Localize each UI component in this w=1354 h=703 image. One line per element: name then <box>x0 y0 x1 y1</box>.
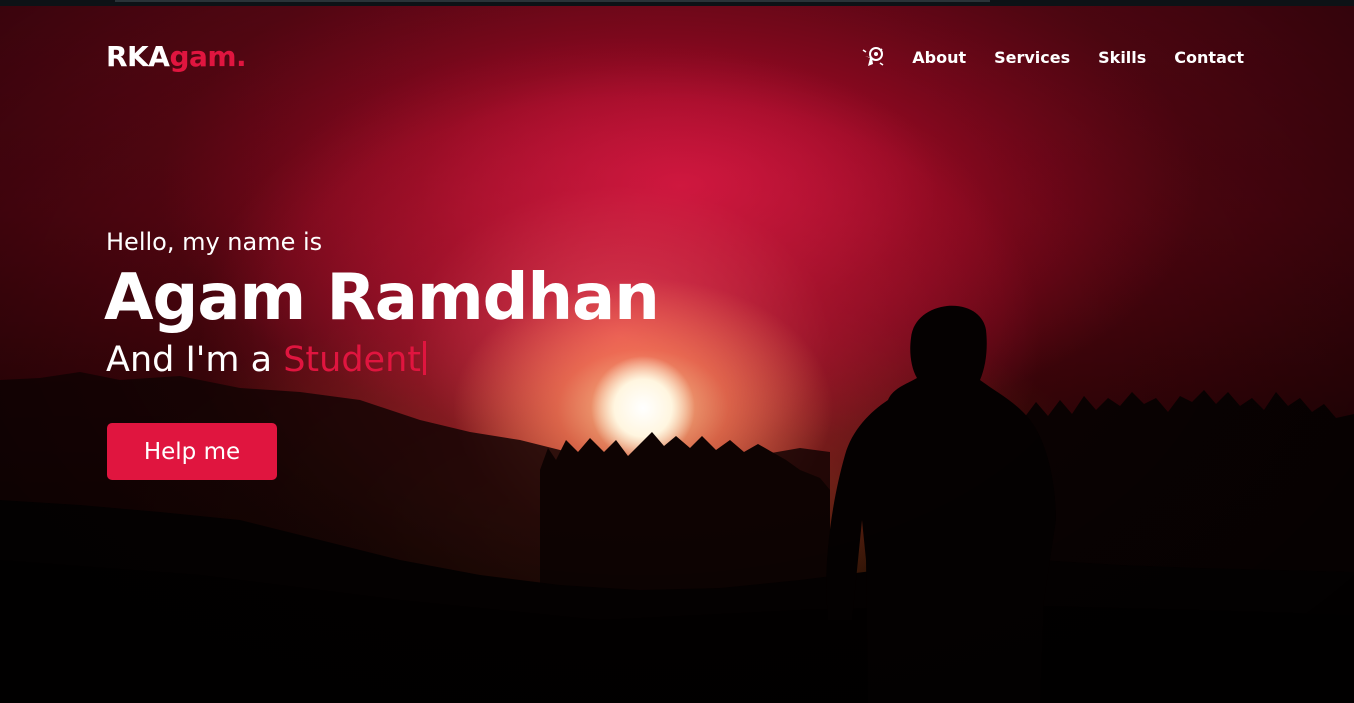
hero-name: Agam Ramdhan <box>104 261 660 335</box>
rocket-emoji-icon[interactable] <box>860 46 886 68</box>
nav-menu: About Services Skills Contact <box>860 46 1244 68</box>
logo-main: RKA <box>106 40 170 73</box>
navbar: RKAgam. About Services Skills Contact <box>0 38 1354 78</box>
nav-link-contact[interactable]: Contact <box>1174 48 1244 67</box>
hero-intro: Hello, my name is Agam Ramdhan And I'm a… <box>104 228 660 382</box>
typing-cursor <box>423 341 426 375</box>
nav-link-skills[interactable]: Skills <box>1098 48 1146 67</box>
nav-link-about[interactable]: About <box>912 48 966 67</box>
hero-role-line: And I'm a Student <box>106 338 659 382</box>
site-logo[interactable]: RKAgam. <box>106 40 247 73</box>
page: RKAgam. About Services Skills Contact He… <box>0 0 1354 703</box>
logo-accent: gam. <box>169 40 247 73</box>
hero-role-prefix: And I'm a <box>106 340 284 380</box>
nav-link-services[interactable]: Services <box>994 48 1070 67</box>
hero-role-typed: Student <box>283 340 421 380</box>
hero-greeting: Hello, my name is <box>106 228 323 256</box>
help-me-button[interactable]: Help me <box>107 423 277 480</box>
